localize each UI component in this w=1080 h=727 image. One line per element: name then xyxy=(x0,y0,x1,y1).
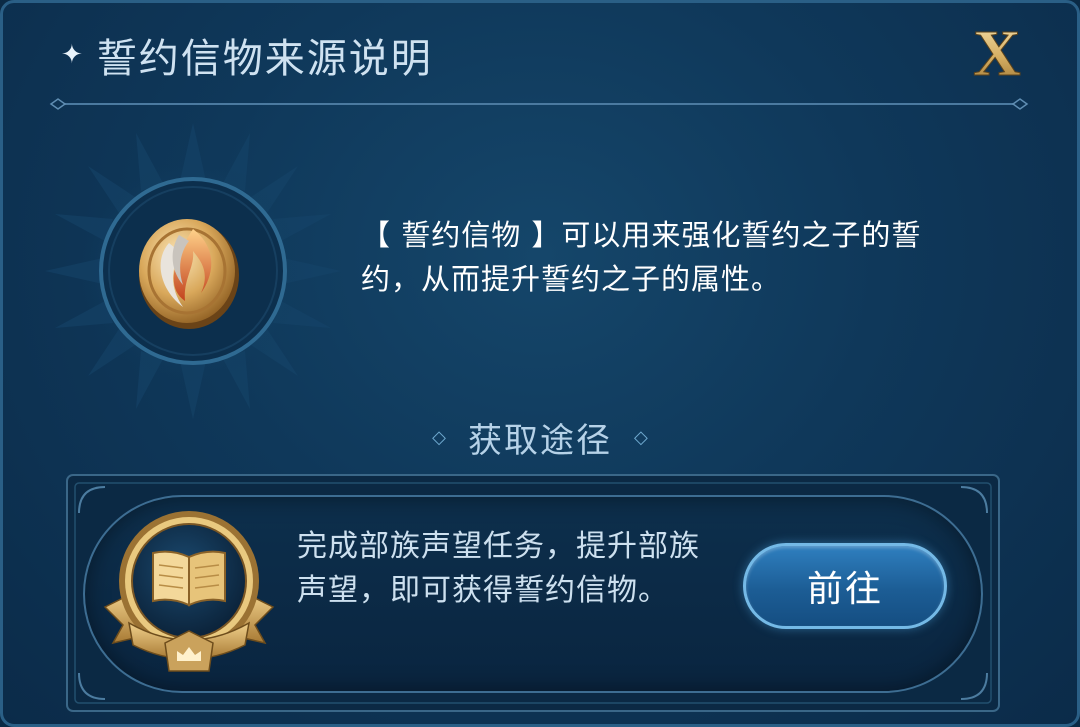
source-card: 完成部族声望任务，提升部族声望，即可获得誓约信物。 前往 xyxy=(65,473,1001,713)
diamond-ornament-icon: ◇ xyxy=(634,426,648,448)
svg-text:X: X xyxy=(973,21,1021,85)
section-title: 获取途径 xyxy=(468,420,612,461)
close-button[interactable]: X xyxy=(961,17,1033,89)
item-emblem xyxy=(45,123,341,419)
sparkle-star-icon: ✦ xyxy=(61,40,83,70)
go-button[interactable]: 前往 xyxy=(743,543,947,629)
dialog-title: 誓约信物来源说明 xyxy=(96,36,433,82)
open-book-badge-icon xyxy=(103,511,275,672)
close-icon: X xyxy=(973,21,1022,85)
item-description: 【 誓约信物 】可以用来强化誓约之子的誓约，从而提升誓约之子的属性。 xyxy=(361,218,922,296)
diamond-ornament-icon: ◇ xyxy=(432,426,446,448)
dialog-header: ✦ 誓约信物来源说明 xyxy=(61,23,433,87)
header-divider xyxy=(49,98,1029,110)
source-info-dialog: ✦ 誓约信物来源说明 X 【 誓约信物 】可以用来强化誓约之子的誓约，从而提升誓… xyxy=(0,0,1080,727)
source-description: 完成部族声望任务，提升部族声望，即可获得誓约信物。 xyxy=(297,529,700,608)
obtain-section-header: ◇ 获取途径 ◇ xyxy=(3,407,1077,467)
